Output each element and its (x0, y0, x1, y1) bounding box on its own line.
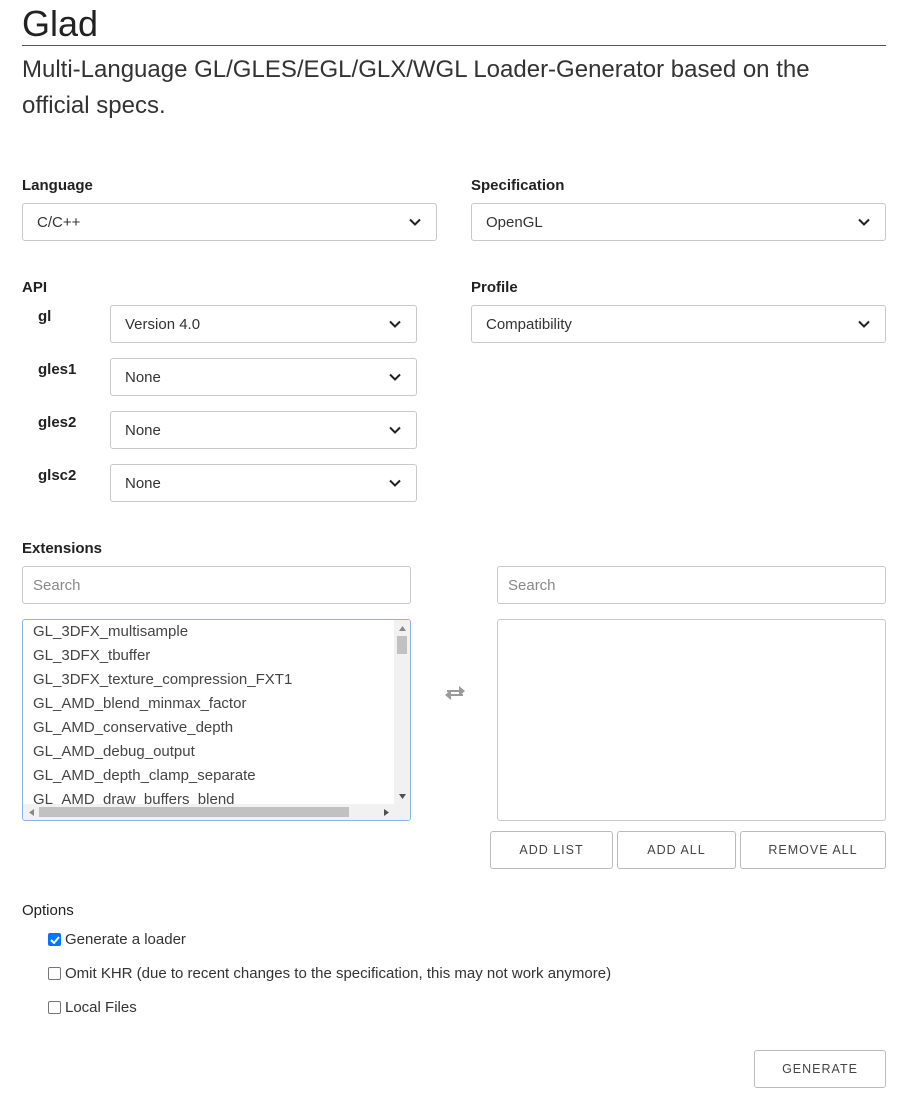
api-gles2-select-value: None (125, 421, 161, 439)
extension-list-item[interactable]: GL_AMD_conservative_depth (23, 716, 394, 740)
api-gles1-label: gles1 (38, 361, 77, 378)
api-gl-select[interactable]: Version 4.0 (110, 305, 417, 343)
extension-list-item[interactable]: GL_AMD_draw_buffers_blend (23, 788, 394, 804)
generate-loader-label: Generate a loader (65, 931, 186, 948)
chevron-down-icon (388, 317, 402, 331)
language-select-value: C/C++ (37, 213, 81, 231)
option-local-files[interactable]: Local Files (48, 999, 137, 1016)
selected-extensions-list[interactable] (497, 619, 886, 821)
api-gl-select-value: Version 4.0 (125, 315, 201, 333)
api-gles2-label: gles2 (38, 414, 77, 431)
api-gl-label: gl (38, 308, 52, 325)
chevron-down-icon (857, 317, 871, 331)
horizontal-scrollbar[interactable] (23, 804, 394, 820)
option-generate-loader[interactable]: Generate a loader (48, 931, 186, 948)
available-extensions-list[interactable]: GL_3DFX_multisample GL_3DFX_tbuffer GL_3DF… (22, 619, 411, 821)
api-gles1-select-value: None (125, 368, 161, 386)
swap-arrows-icon[interactable] (443, 684, 467, 702)
extension-list-item[interactable]: GL_AMD_depth_clamp_separate (23, 764, 394, 788)
api-glsc2-label: glsc2 (38, 467, 77, 484)
api-glsc2-select[interactable]: None (110, 464, 417, 502)
specification-label: Specification (471, 177, 565, 194)
horizontal-scroll-thumb[interactable] (39, 807, 349, 817)
specification-select-value: OpenGL (486, 213, 543, 231)
scroll-right-arrow-icon[interactable] (379, 804, 393, 820)
specification-select[interactable]: OpenGL (471, 203, 886, 241)
omit-khr-checkbox[interactable] (48, 967, 61, 980)
api-gles1-select[interactable]: None (110, 358, 417, 396)
options-label: Options (22, 902, 74, 919)
add-list-button[interactable]: ADD LIST (490, 831, 613, 869)
scrollbar-corner (394, 804, 410, 820)
scroll-left-arrow-icon[interactable] (24, 804, 38, 820)
extension-list-item[interactable]: GL_3DFX_texture_compression_FXT1 (23, 668, 394, 692)
generate-button[interactable]: GENERATE (754, 1050, 886, 1088)
page-title: Glad (22, 3, 99, 44)
chevron-down-icon (857, 215, 871, 229)
chevron-down-icon (388, 423, 402, 437)
title-divider (22, 45, 886, 46)
api-glsc2-select-value: None (125, 474, 161, 492)
extension-list-item[interactable]: GL_3DFX_tbuffer (23, 644, 394, 668)
language-select[interactable]: C/C++ (22, 203, 437, 241)
local-files-checkbox[interactable] (48, 1001, 61, 1014)
vertical-scroll-thumb[interactable] (397, 636, 407, 654)
profile-select-value: Compatibility (486, 315, 572, 333)
profile-label: Profile (471, 279, 518, 296)
generate-loader-checkbox[interactable] (48, 933, 61, 946)
extensions-search-available-input[interactable] (22, 566, 411, 604)
scroll-up-arrow-icon[interactable] (394, 621, 410, 635)
local-files-label: Local Files (65, 999, 137, 1016)
api-gles2-select[interactable]: None (110, 411, 417, 449)
chevron-down-icon (408, 215, 422, 229)
add-all-button[interactable]: ADD ALL (617, 831, 736, 869)
option-omit-khr[interactable]: Omit KHR (due to recent changes to the s… (48, 965, 611, 982)
extension-list-item[interactable]: GL_3DFX_multisample (23, 620, 394, 644)
remove-all-button[interactable]: REMOVE ALL (740, 831, 886, 869)
extension-list-item[interactable]: GL_AMD_debug_output (23, 740, 394, 764)
profile-select[interactable]: Compatibility (471, 305, 886, 343)
language-label: Language (22, 177, 93, 194)
extensions-label: Extensions (22, 540, 103, 557)
api-label: API (22, 279, 48, 296)
available-extensions-items: GL_3DFX_multisample GL_3DFX_tbuffer GL_3DF… (23, 620, 394, 804)
page-subtitle: Multi-Language GL/GLES/EGL/GLX/WGL Loade… (22, 56, 810, 119)
omit-khr-label: Omit KHR (due to recent changes to the s… (65, 965, 612, 982)
chevron-down-icon (388, 370, 402, 384)
extension-list-item[interactable]: GL_AMD_blend_minmax_factor (23, 692, 394, 716)
vertical-scrollbar[interactable] (394, 620, 410, 804)
extensions-search-selected-input[interactable] (497, 566, 886, 604)
scroll-down-arrow-icon[interactable] (394, 789, 410, 803)
chevron-down-icon (388, 476, 402, 490)
